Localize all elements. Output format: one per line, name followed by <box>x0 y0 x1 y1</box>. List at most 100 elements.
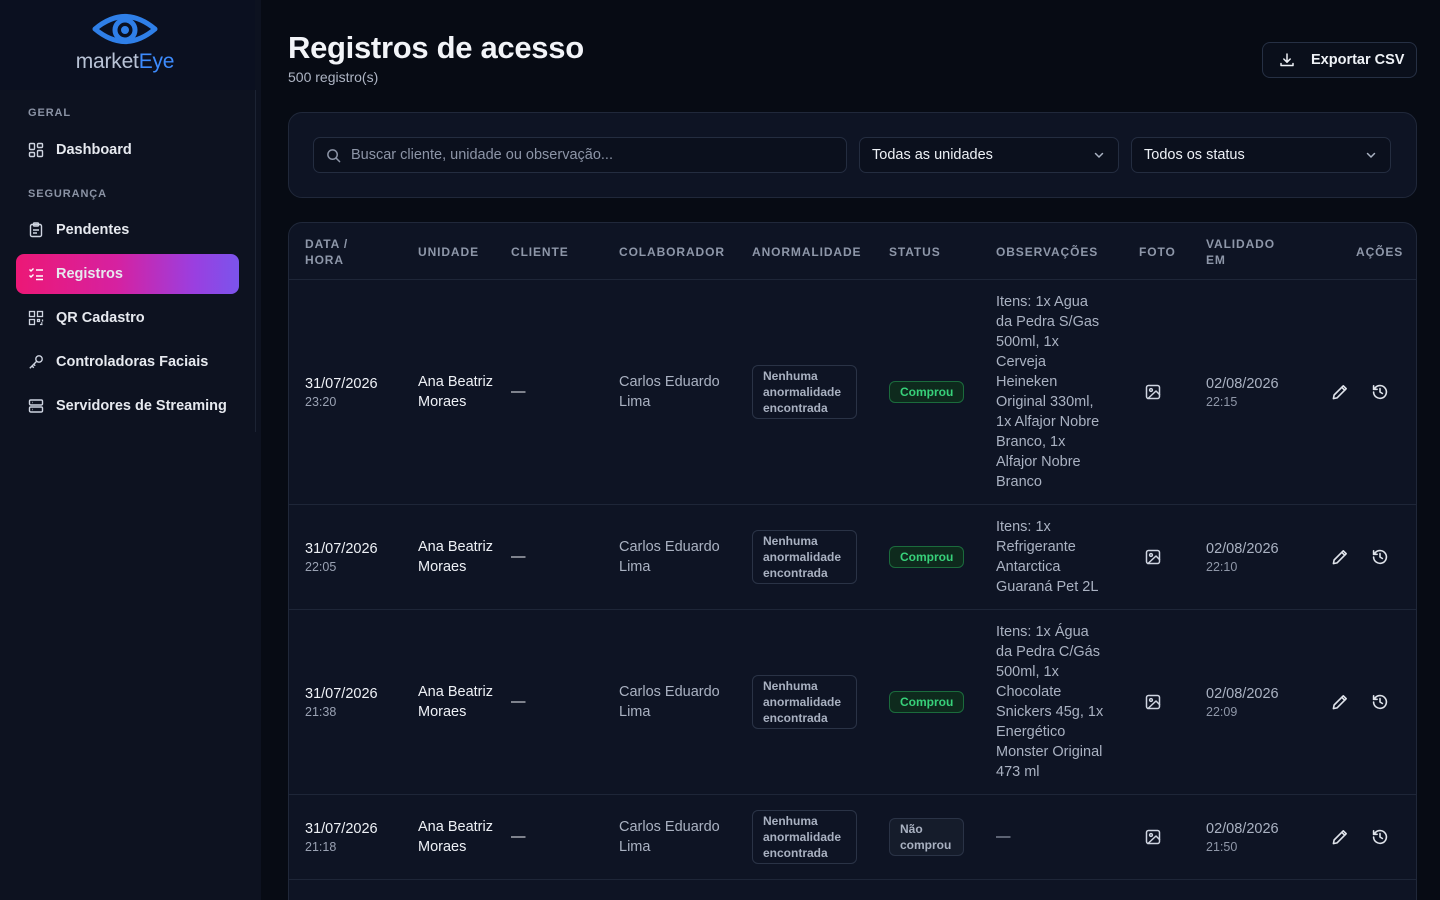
row-notes: Itens: 1x Água da Pedra C/Gás 500ml, 1x … <box>996 624 1104 780</box>
anomaly-badge: Nenhuma anormalidade encontrada <box>752 810 857 864</box>
page-title: Registros de acesso <box>288 30 584 65</box>
key-icon <box>29 355 43 369</box>
brand-name-part2: Eye <box>138 50 175 73</box>
row-collaborator: Carlos Eduardo Lima <box>619 539 720 575</box>
row-client: — <box>511 694 526 710</box>
row-client: — <box>511 829 526 845</box>
qr-code-icon <box>28 310 44 326</box>
row-validated-date: 02/08/2026 <box>1206 376 1279 392</box>
edit-icon[interactable] <box>1331 828 1349 846</box>
list-checks-icon <box>29 268 43 281</box>
status-badge: Comprou <box>889 546 965 568</box>
sidebar-item-pendentes[interactable]: Pendentes <box>16 210 239 250</box>
table-header: DATA / HORA UNIDADE CLIENTE COLABORADOR … <box>289 223 1416 280</box>
table-row[interactable]: 31/07/2026 22:05 Ana Beatriz Moraes — Carlos… <box>289 505 1416 610</box>
sidebar-item-controladoras-faciais[interactable]: Controladoras Faciais <box>16 342 239 382</box>
row-date: 31/07/2026 <box>305 376 378 392</box>
sidebar-item-label: Controladoras Faciais <box>56 354 209 370</box>
row-time: 22:05 <box>305 560 337 574</box>
search-box[interactable] <box>313 137 847 173</box>
section-title-seguranca: SEGURANÇA <box>28 188 107 200</box>
sidebar-item-label: Dashboard <box>56 142 132 158</box>
clipboard-icon <box>29 222 43 238</box>
row-notes: Itens: 1x Refrigerante Antarctica Guaran… <box>996 519 1099 595</box>
row-unit: Ana Beatriz Moraes <box>418 684 493 720</box>
header-collaborator[interactable]: COLABORADOR <box>619 244 725 260</box>
row-client: — <box>511 384 526 400</box>
status-select[interactable]: Todos os status <box>1131 137 1391 173</box>
header-actions: AÇÕES <box>1356 245 1404 259</box>
sidebar-divider <box>255 90 256 432</box>
chevron-down-icon <box>1366 152 1376 159</box>
eye-logo-icon <box>92 14 158 44</box>
brand-logo[interactable]: marketEye <box>0 0 255 90</box>
chevron-down-icon <box>1094 152 1104 159</box>
status-badge: Não comprou <box>889 818 964 856</box>
status-select-value: Todos os status <box>1144 147 1245 163</box>
table-row[interactable]: 31/07/2026 21:38 Ana Beatriz Moraes — Carlos… <box>289 610 1416 795</box>
row-validated-time: 22:15 <box>1206 395 1238 409</box>
header-photo[interactable]: FOTO <box>1139 244 1176 260</box>
sidebar-item-registros[interactable]: Registros <box>16 254 239 294</box>
records-table: DATA / HORA UNIDADE CLIENTE COLABORADOR … <box>288 222 1417 900</box>
row-unit: Ana Beatriz Moraes <box>418 374 493 410</box>
row-validated-time: 22:10 <box>1206 560 1238 574</box>
photo-icon[interactable] <box>1144 383 1162 401</box>
status-badge: Comprou <box>889 691 965 713</box>
row-date: 31/07/2026 <box>305 821 378 837</box>
export-csv-button[interactable]: Exportar CSV <box>1262 42 1417 78</box>
anomaly-badge: Nenhuma anormalidade encontrada <box>752 365 857 419</box>
sidebar-item-dashboard[interactable]: Dashboard <box>16 130 239 170</box>
sidebar-item-label: QR Cadastro <box>56 310 145 326</box>
header-datetime[interactable]: DATA / HORA <box>305 236 365 268</box>
brand-name: marketEye <box>0 50 250 74</box>
edit-icon[interactable] <box>1331 383 1349 401</box>
sidebar-item-label: Registros <box>56 266 123 282</box>
history-icon[interactable] <box>1371 548 1389 566</box>
brand-name-part1: market <box>75 50 139 73</box>
status-badge: Comprou <box>889 381 965 403</box>
photo-icon[interactable] <box>1144 548 1162 566</box>
row-unit: Ana Beatriz Moraes <box>418 819 493 855</box>
row-collaborator: Carlos Eduardo Lima <box>619 374 720 410</box>
history-icon[interactable] <box>1371 828 1389 846</box>
anomaly-badge: Nenhuma anormalidade encontrada <box>752 675 857 729</box>
photo-icon[interactable] <box>1144 828 1162 846</box>
search-icon <box>327 148 341 162</box>
unit-select[interactable]: Todas as unidades <box>859 137 1119 173</box>
row-validated-date: 02/08/2026 <box>1206 541 1279 557</box>
row-client: — <box>511 549 526 565</box>
row-time: 23:20 <box>305 395 337 409</box>
search-input[interactable] <box>351 147 831 163</box>
history-icon[interactable] <box>1371 693 1389 711</box>
header-notes[interactable]: OBSERVAÇÕES <box>996 244 1098 260</box>
row-validated-time: 21:50 <box>1206 840 1238 854</box>
header-unit[interactable]: UNIDADE <box>418 244 479 260</box>
photo-icon[interactable] <box>1144 693 1162 711</box>
table-row[interactable]: 31/07/2026 23:20 Ana Beatriz Moraes — Carlos… <box>289 280 1416 505</box>
row-date: 31/07/2026 <box>305 541 378 557</box>
section-title-geral: GERAL <box>28 107 71 119</box>
record-count: 500 registro(s) <box>288 69 379 85</box>
sidebar: marketEye GERAL Dashboard SEGURANÇA Pend… <box>0 0 261 900</box>
sidebar-item-servidores-streaming[interactable]: Servidores de Streaming <box>16 386 239 426</box>
table-row[interactable]: 31/07/2026 21:18 Ana Beatriz Moraes — Carlos… <box>289 795 1416 880</box>
row-unit: Ana Beatriz Moraes <box>418 539 493 575</box>
sidebar-item-qr-cadastro[interactable]: QR Cadastro <box>16 298 239 338</box>
server-icon <box>28 399 44 413</box>
row-time: 21:18 <box>305 840 337 854</box>
row-date: 31/07/2026 <box>305 686 378 702</box>
dashboard-grid-icon <box>28 142 44 158</box>
edit-icon[interactable] <box>1331 548 1349 566</box>
header-validated[interactable]: VALIDADO EM <box>1206 236 1276 268</box>
sidebar-item-label: Pendentes <box>56 222 130 238</box>
edit-icon[interactable] <box>1331 693 1349 711</box>
row-collaborator: Carlos Eduardo Lima <box>619 819 720 855</box>
header-status[interactable]: STATUS <box>889 244 941 260</box>
unit-select-value: Todas as unidades <box>872 147 993 163</box>
header-anomaly[interactable]: ANORMALIDADE <box>752 244 861 260</box>
anomaly-badge: Nenhuma anormalidade encontrada <box>752 530 857 584</box>
header-client[interactable]: CLIENTE <box>511 244 569 260</box>
row-time: 21:38 <box>305 705 337 719</box>
history-icon[interactable] <box>1371 383 1389 401</box>
